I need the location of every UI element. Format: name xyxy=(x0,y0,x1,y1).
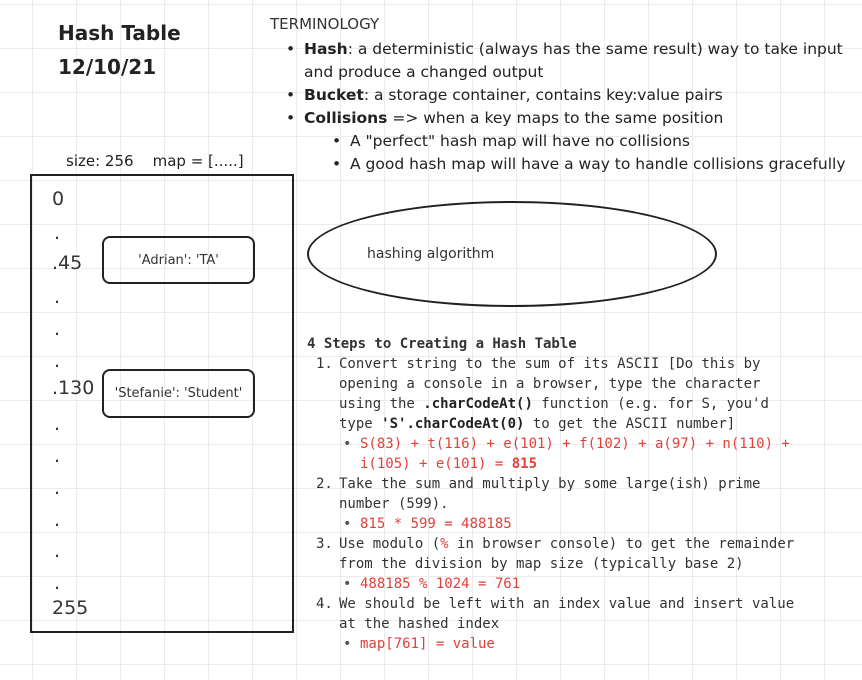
index-dot: . xyxy=(54,572,61,594)
index-dot: . xyxy=(54,477,61,499)
step-1-text-c: to get the ASCII number] xyxy=(524,416,736,432)
term-bucket-name: Bucket xyxy=(304,86,364,104)
term-collisions: Collisions => when a key maps to the sam… xyxy=(286,107,862,176)
index-255: 255 xyxy=(52,597,89,619)
steps-heading: 4 Steps to Creating a Hash Table xyxy=(307,336,577,352)
page-title: Hash Table xyxy=(58,21,181,45)
term-bucket: Bucket: a storage container, contains ke… xyxy=(286,84,862,107)
step-3-text: Use modulo (% in browser console) to get… xyxy=(339,534,796,574)
charcodeat-example-code: 'S'.charCodeAt(0) xyxy=(381,416,525,432)
term-bucket-def: : a storage container, contains key:valu… xyxy=(363,86,723,104)
step-3: 3. Use modulo (% in browser console) to … xyxy=(316,534,796,594)
step-4-number: 4. xyxy=(316,596,333,612)
bucket-entry-stefanie: 'Stefanie': 'Student' xyxy=(102,369,255,418)
step-2: 2. Take the sum and multiply by some lar… xyxy=(316,474,796,534)
index-0: 0 xyxy=(52,188,65,210)
collisions-note-good: A good hash map will have a way to handl… xyxy=(332,153,862,176)
index-dot: . xyxy=(54,445,61,467)
step-3-example: 488185 % 1024 = 761 xyxy=(316,574,796,594)
step-1-text: Convert string to the sum of its ASCII [… xyxy=(339,354,796,434)
collisions-sublist: A "perfect" hash map will have no collis… xyxy=(304,130,862,176)
step-1: 1. Convert string to the sum of its ASCI… xyxy=(316,354,796,474)
index-dot: . xyxy=(54,509,61,531)
term-collisions-def: => when a key maps to the same position xyxy=(387,109,724,127)
step-2-number: 2. xyxy=(316,476,333,492)
step-3-text-a: Use modulo ( xyxy=(339,536,441,552)
steps-list: 1. Convert string to the sum of its ASCI… xyxy=(316,354,796,654)
term-hash-name: Hash xyxy=(304,40,348,58)
charcodeat-code: .charCodeAt() xyxy=(423,396,533,412)
term-hash: Hash: a deterministic (always has the sa… xyxy=(286,38,862,84)
term-collisions-name: Collisions xyxy=(304,109,388,127)
index-45: .45 xyxy=(52,252,83,274)
step-1-example-sum: S(83) + t(116) + e(101) + f(102) + a(97)… xyxy=(360,436,790,472)
step-2-example: 815 * 599 = 488185 xyxy=(316,514,796,534)
date-label: 12/10/21 xyxy=(58,55,157,79)
index-dot: . xyxy=(54,222,61,244)
bucket-entry-adrian: 'Adrian': 'TA' xyxy=(102,236,255,284)
index-dot: . xyxy=(54,350,61,372)
terminology-list: Hash: a deterministic (always has the sa… xyxy=(282,38,862,176)
hashing-algorithm-label: hashing algorithm xyxy=(367,246,495,262)
index-dot: . xyxy=(54,286,61,308)
step-1-example: S(83) + t(116) + e(101) + f(102) + a(97)… xyxy=(316,434,796,474)
step-4: 4. We should be left with an index value… xyxy=(316,594,796,654)
step-1-number: 1. xyxy=(316,356,333,372)
terminology-heading: TERMINOLOGY xyxy=(270,15,380,33)
index-130: .130 xyxy=(52,377,95,399)
index-dot: . xyxy=(54,413,61,435)
index-dot: . xyxy=(54,540,61,562)
step-2-text: Take the sum and multiply by some large(… xyxy=(339,476,761,512)
table-size-label: size: 256 map = [.....] xyxy=(66,152,244,170)
collisions-note-perfect: A "perfect" hash map will have no collis… xyxy=(332,130,862,153)
index-dot: . xyxy=(54,318,61,340)
step-3-number: 3. xyxy=(316,536,333,552)
step-4-text: We should be left with an index value an… xyxy=(339,596,795,632)
modulo-operator: % xyxy=(440,536,449,552)
step-1-example-total: 815 xyxy=(511,456,538,472)
step-4-example: map[761] = value xyxy=(316,634,796,654)
term-hash-def: : a deterministic (always has the same r… xyxy=(304,40,843,81)
